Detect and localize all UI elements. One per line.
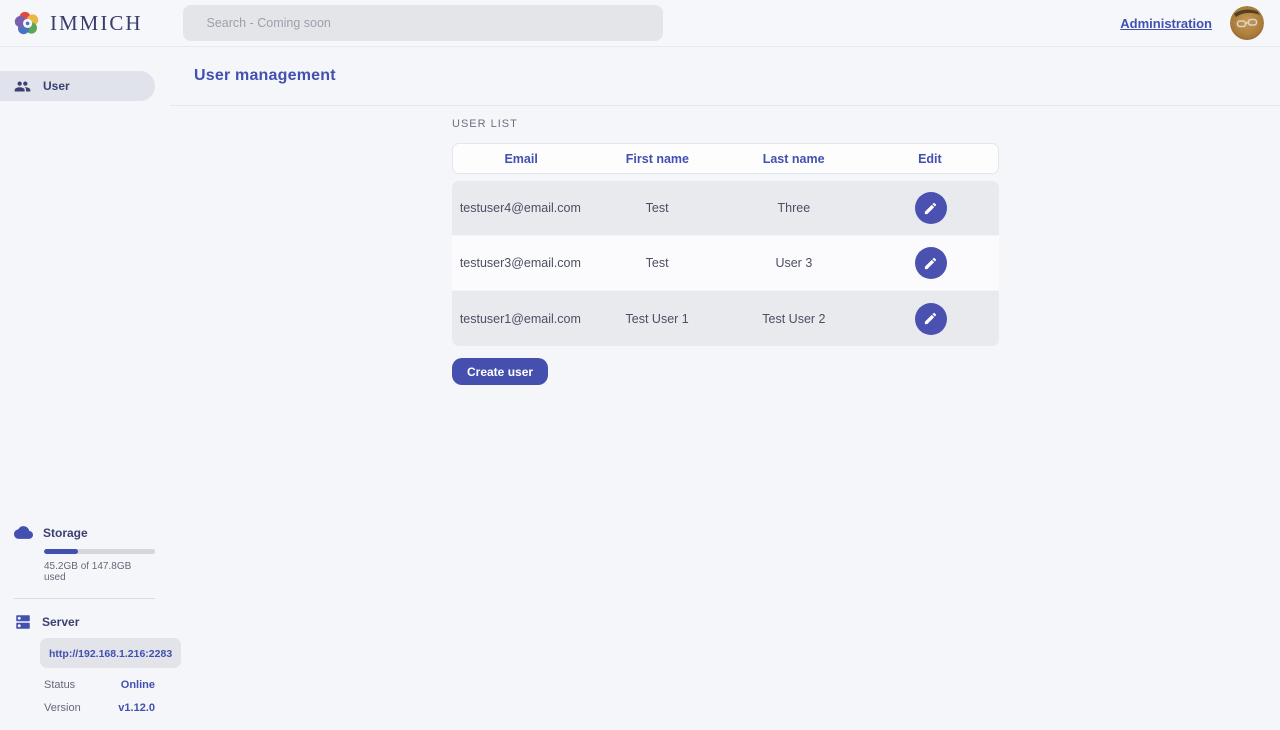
page-title-bar: User management [170, 47, 1280, 106]
storage-progress-fill [44, 549, 78, 554]
top-bar: IMMICH Administration [0, 0, 1280, 47]
server-status-value: Online [121, 679, 155, 691]
people-icon [14, 78, 31, 95]
column-header-first-name: First name [589, 152, 725, 166]
user-table-body: testuser4@email.com Test Three testuser3… [452, 181, 999, 346]
cell-email: testuser3@email.com [452, 256, 589, 270]
column-header-edit: Edit [862, 152, 998, 166]
user-table: Email First name Last name Edit testuser… [452, 143, 999, 346]
pencil-icon [923, 311, 938, 326]
table-row: testuser1@email.com Test User 1 Test Use… [452, 291, 999, 346]
page-title: User management [194, 67, 336, 85]
immich-flower-icon [14, 9, 42, 37]
cloud-icon [14, 523, 33, 542]
cell-last-name: User 3 [726, 256, 863, 270]
cell-last-name: Test User 2 [726, 312, 863, 326]
storage-usage-text: 45.2GB of 147.8GB used [44, 561, 155, 583]
storage-title: Storage [43, 526, 88, 540]
edit-user-button[interactable] [915, 303, 947, 335]
sidebar-item-user-label: User [43, 79, 70, 93]
create-user-button[interactable]: Create user [452, 358, 548, 385]
sidebar-divider [14, 598, 155, 599]
pencil-icon [923, 256, 938, 271]
cell-email: testuser1@email.com [452, 312, 589, 326]
user-table-header: Email First name Last name Edit [452, 143, 999, 174]
table-row: testuser3@email.com Test User 3 [452, 236, 999, 291]
cell-last-name: Three [726, 201, 863, 215]
column-header-email: Email [453, 152, 589, 166]
cell-first-name: Test [589, 201, 726, 215]
server-version-label: Version [44, 702, 81, 714]
column-header-last-name: Last name [726, 152, 862, 166]
pencil-icon [923, 201, 938, 216]
storage-progress-bar [44, 549, 155, 554]
sidebar: User Storage 45.2GB of 147.8GB used [0, 47, 170, 730]
server-version-value: v1.12.0 [118, 702, 155, 714]
server-status-label: Status [44, 679, 75, 691]
administration-link[interactable]: Administration [1120, 16, 1212, 31]
server-url: http://192.168.1.216:2283 [49, 648, 172, 660]
server-url-badge: http://192.168.1.216:2283 [40, 638, 181, 668]
edit-user-button[interactable] [915, 247, 947, 279]
server-version-row: Version v1.12.0 [44, 702, 155, 714]
sidebar-item-user[interactable]: User [0, 71, 155, 101]
server-title: Server [42, 615, 79, 629]
user-list-label: USER LIST [452, 118, 1280, 130]
cell-first-name: Test [589, 256, 726, 270]
main-content: User management USER LIST Email First na… [170, 47, 1280, 730]
search-input[interactable] [183, 5, 663, 41]
cell-first-name: Test User 1 [589, 312, 726, 326]
server-icon [14, 613, 32, 631]
user-avatar[interactable] [1230, 6, 1264, 40]
sidebar-status-panel: Storage 45.2GB of 147.8GB used Server ht… [0, 523, 170, 730]
server-status-row: Status Online [44, 679, 155, 691]
brand-wordmark: IMMICH [50, 11, 143, 36]
cell-email: testuser4@email.com [452, 201, 589, 215]
immich-logo[interactable]: IMMICH [14, 9, 143, 37]
edit-user-button[interactable] [915, 192, 947, 224]
table-row: testuser4@email.com Test Three [452, 181, 999, 236]
